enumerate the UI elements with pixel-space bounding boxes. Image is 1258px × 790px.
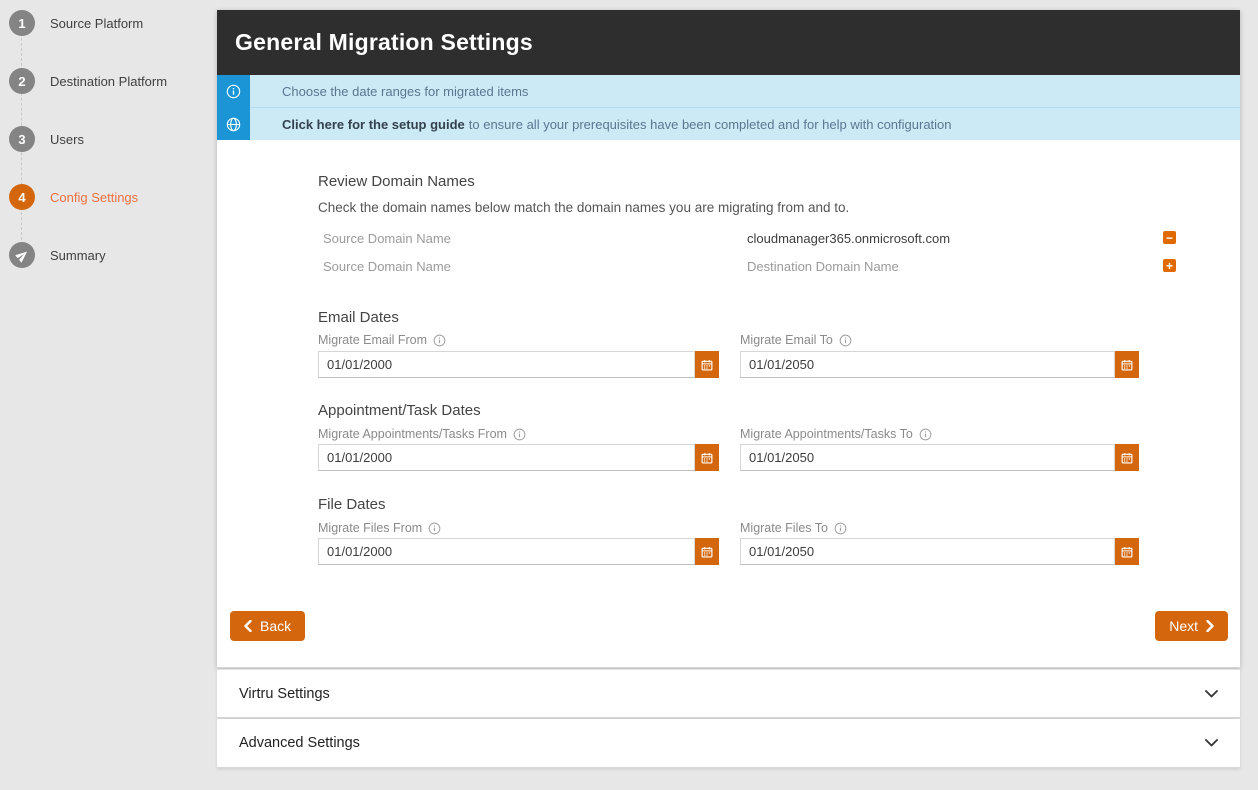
notice-message: to ensure all your prerequisites have be…: [469, 117, 952, 132]
step-number: 2: [18, 74, 25, 89]
next-button-label: Next: [1169, 618, 1198, 634]
step-number: 1: [18, 16, 25, 31]
field-label-text: Migrate Files To: [740, 521, 828, 535]
migration-stepper: 1 Source Platform 2 Destination Platform…: [0, 0, 216, 790]
settings-content: Review Domain Names Check the domain nam…: [217, 140, 1240, 667]
field-info-icon[interactable]: [839, 334, 852, 347]
panel-header: General Migration Settings: [217, 10, 1240, 75]
field-label-text: Migrate Appointments/Tasks From: [318, 427, 507, 441]
migrate-email-from-field: [318, 351, 719, 378]
domain-section-title: Review Domain Names: [318, 173, 475, 190]
source-domain-field[interactable]: Source Domain Name: [323, 231, 451, 246]
migrate-appointments-to-field: [740, 444, 1139, 471]
back-button[interactable]: Back: [230, 611, 305, 641]
migrate-email-to-label: Migrate Email To: [740, 333, 852, 347]
stepper-item-destination-platform[interactable]: 2 Destination Platform: [9, 68, 167, 94]
field-label-text: Migrate Email To: [740, 333, 833, 347]
email-dates-title: Email Dates: [318, 309, 399, 326]
step-number: 4: [18, 190, 25, 205]
migrate-files-from-input[interactable]: [318, 538, 695, 565]
step-label: Destination Platform: [50, 74, 167, 89]
calendar-icon[interactable]: [695, 351, 719, 378]
stepper-item-summary[interactable]: Summary: [9, 242, 106, 268]
destination-domain-field[interactable]: cloudmanager365.onmicrosoft.com: [747, 231, 950, 246]
field-label-text: Migrate Email From: [318, 333, 427, 347]
globe-icon: [217, 108, 250, 140]
appointment-dates-title: Appointment/Task Dates: [318, 402, 481, 419]
migrate-appointments-to-label: Migrate Appointments/Tasks To: [740, 427, 932, 441]
calendar-icon[interactable]: [1115, 444, 1139, 471]
page-title: General Migration Settings: [235, 29, 533, 56]
chevron-left-icon: [244, 620, 252, 632]
info-icon: [217, 75, 250, 108]
destination-domain-field[interactable]: Destination Domain Name: [747, 259, 899, 274]
migrate-email-to-field: [740, 351, 1139, 378]
chevron-down-icon: [1205, 739, 1218, 747]
advanced-settings-accordion[interactable]: Advanced Settings: [217, 719, 1240, 768]
stepper-item-users[interactable]: 3 Users: [9, 126, 84, 152]
step-number-badge: 2: [9, 68, 35, 94]
notice-text: Click here for the setup guide to ensure…: [250, 108, 1240, 140]
field-info-icon[interactable]: [428, 522, 441, 535]
next-button[interactable]: Next: [1155, 611, 1228, 641]
migrate-appointments-from-input[interactable]: [318, 444, 695, 471]
field-info-icon[interactable]: [919, 428, 932, 441]
field-label-text: Migrate Files From: [318, 521, 422, 535]
field-label-text: Migrate Appointments/Tasks To: [740, 427, 913, 441]
field-info-icon[interactable]: [513, 428, 526, 441]
step-number-badge: 1: [9, 10, 35, 36]
send-icon: [9, 242, 35, 268]
step-label: Summary: [50, 248, 106, 263]
step-number: 3: [18, 132, 25, 147]
source-domain-field[interactable]: Source Domain Name: [323, 259, 451, 274]
step-number-badge: 4: [9, 184, 35, 210]
calendar-icon[interactable]: [1115, 351, 1139, 378]
migrate-files-from-field: [318, 538, 719, 565]
migrate-files-to-input[interactable]: [740, 538, 1115, 565]
domain-section-description: Check the domain names below match the d…: [318, 200, 849, 215]
add-icon[interactable]: +: [1163, 259, 1176, 272]
calendar-icon[interactable]: [695, 538, 719, 565]
migrate-files-to-field: [740, 538, 1139, 565]
virtru-settings-accordion[interactable]: Virtru Settings: [217, 669, 1240, 718]
migrate-files-from-label: Migrate Files From: [318, 521, 441, 535]
migrate-appointments-from-field: [318, 444, 719, 471]
step-number-badge: 3: [9, 126, 35, 152]
field-info-icon[interactable]: [433, 334, 446, 347]
accordion-label: Virtru Settings: [239, 686, 330, 702]
migrate-email-from-input[interactable]: [318, 351, 695, 378]
chevron-down-icon: [1205, 690, 1218, 698]
notice-message: Choose the date ranges for migrated item…: [282, 84, 528, 99]
notice-text: Choose the date ranges for migrated item…: [250, 75, 1240, 108]
step-label: Source Platform: [50, 16, 143, 31]
chevron-right-icon: [1206, 620, 1214, 632]
file-dates-title: File Dates: [318, 496, 386, 513]
migrate-appointments-to-input[interactable]: [740, 444, 1115, 471]
field-info-icon[interactable]: [834, 522, 847, 535]
stepper-item-config-settings[interactable]: 4 Config Settings: [9, 184, 138, 210]
calendar-icon[interactable]: [1115, 538, 1139, 565]
step-label: Users: [50, 132, 84, 147]
migrate-email-to-input[interactable]: [740, 351, 1115, 378]
back-button-label: Back: [260, 618, 291, 634]
accordion-label: Advanced Settings: [239, 735, 360, 751]
migrate-appointments-from-label: Migrate Appointments/Tasks From: [318, 427, 526, 441]
migrate-files-to-label: Migrate Files To: [740, 521, 847, 535]
notice-date-ranges: Choose the date ranges for migrated item…: [217, 75, 1240, 108]
stepper-item-source-platform[interactable]: 1 Source Platform: [9, 10, 143, 36]
notice-setup-guide: Click here for the setup guide to ensure…: [217, 108, 1240, 140]
setup-guide-link[interactable]: Click here for the setup guide: [282, 117, 465, 132]
calendar-icon[interactable]: [695, 444, 719, 471]
migrate-email-from-label: Migrate Email From: [318, 333, 446, 347]
remove-icon[interactable]: −: [1163, 231, 1176, 244]
general-migration-settings-panel: General Migration Settings Choose the da…: [217, 10, 1240, 668]
step-label: Config Settings: [50, 190, 138, 205]
